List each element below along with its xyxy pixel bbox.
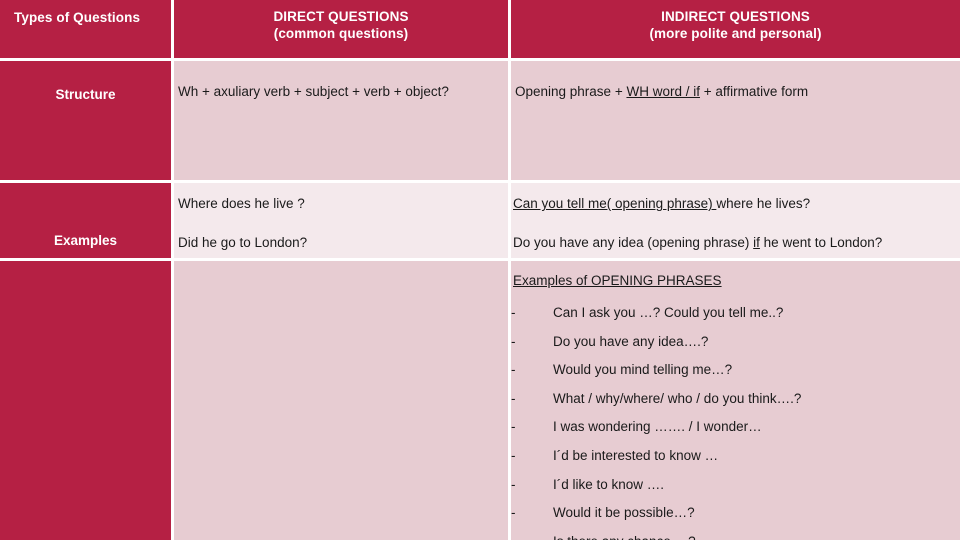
text-structure-indirect-before: Opening phrase + <box>515 84 627 99</box>
text-structure-direct: Wh + axuliary verb + subject + verb + ob… <box>178 84 449 99</box>
text-structure-indirect-after: + affirmative form <box>699 84 809 99</box>
header-label-direct-line2: (common questions) <box>273 26 409 41</box>
row-label-structure: Structure <box>55 87 116 102</box>
text-examples-direct-2: Did he go to London? <box>178 235 308 250</box>
opening-phrase-text: Do you have any idea….? <box>553 333 709 349</box>
opening-phrases-title: Examples of OPENING PHRASES <box>513 273 722 288</box>
text-examples-indirect-2-after: he went to London? <box>759 235 883 250</box>
bottom-cell-opening-phrases: Examples of OPENING PHRASES - Can I ask y… <box>511 261 960 540</box>
text-structure-indirect-underlined: WH word / if <box>626 84 700 99</box>
opening-phrase-bullet: - <box>511 333 516 349</box>
text-examples-indirect-2-underlined: if <box>753 235 760 250</box>
header-cell-indirect: INDIRECT QUESTIONS (more polite and pers… <box>511 0 960 58</box>
opening-phrase-bullet: - <box>511 505 516 521</box>
opening-phrase-text: I was wondering ……. / I wonder… <box>553 419 762 435</box>
opening-phrase-bullet: - <box>511 419 516 435</box>
opening-phrase-bullet: - <box>511 534 525 540</box>
opening-phrase-bullet: - <box>511 476 516 492</box>
header-label-indirect-line2: (more polite and personal) <box>649 26 822 41</box>
header-cell-direct: DIRECT QUESTIONS (common questions) <box>174 0 508 58</box>
opening-phrase-text: I´d like to know …. <box>553 476 665 492</box>
text-examples-indirect-1-underlined: Can you tell me( opening phrase) <box>513 196 717 211</box>
opening-phrase-text: I´d be interested to know … <box>553 448 719 463</box>
text-structure-indirect: Opening phrase + WH word / if + affirmat… <box>515 83 808 101</box>
cell-structure-direct: Wh + axuliary verb + subject + verb + ob… <box>174 61 508 180</box>
opening-phrase-text: Would it be possible…? <box>553 505 695 521</box>
text-examples-indirect-1-after: where he lives? <box>716 196 811 211</box>
bottom-cell-left <box>0 261 171 540</box>
row-label-cell-structure: Structure <box>0 61 171 180</box>
header-cell-types: Types of Questions <box>0 0 171 58</box>
opening-phrase-bullet: - <box>511 305 516 320</box>
opening-phrase-bullet: - <box>511 448 516 463</box>
opening-phrase-bullet: - <box>511 390 516 406</box>
text-examples-direct-1: Where does he live ? <box>178 196 305 211</box>
row-label-examples: Examples <box>53 233 118 248</box>
slide-root: Types of Questions DIRECT QUESTIONS (com… <box>0 0 960 540</box>
text-examples-indirect-2: Do you have any idea (opening phrase) if… <box>513 234 882 252</box>
text-examples-indirect-1: Can you tell me( opening phrase) where h… <box>513 195 810 213</box>
opening-phrase-text: Would you mind telling me…? <box>553 362 733 378</box>
cell-structure-indirect: Opening phrase + WH word / if + affirmat… <box>511 61 960 180</box>
cell-examples-direct: Where does he live ? Did he go to London… <box>174 183 508 258</box>
opening-phrase-text: Can I ask you …? Could you tell me..? <box>553 305 784 320</box>
text-examples-indirect-2-before: Do you have any idea (opening phrase) <box>513 235 754 250</box>
opening-phrase-text: Is there any chance …? <box>553 534 696 540</box>
cell-examples-indirect: Can you tell me( opening phrase) where h… <box>511 183 960 258</box>
header-label-types: Types of Questions <box>14 10 141 25</box>
header-label-direct-line1: DIRECT QUESTIONS <box>273 9 409 24</box>
bottom-cell-middle <box>174 261 508 540</box>
opening-phrase-bullet: - <box>511 362 516 378</box>
header-label-indirect-line1: INDIRECT QUESTIONS <box>661 9 810 24</box>
row-label-cell-examples: Examples <box>0 183 171 258</box>
opening-phrase-text: What / why/where/ who / do you think….? <box>553 390 802 406</box>
